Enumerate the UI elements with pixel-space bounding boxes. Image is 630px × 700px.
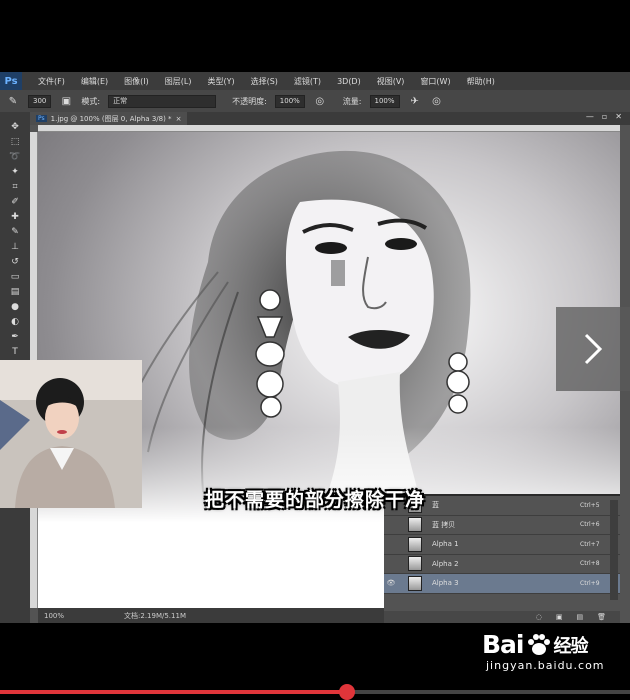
baidu-jingyan-watermark: Bai 经验 jingyan.baidu.com <box>482 630 622 685</box>
menu-view[interactable]: 视图(V) <box>369 76 413 87</box>
save-selection-icon[interactable]: ▣ <box>556 613 563 621</box>
magic-wand-icon[interactable]: ✦ <box>8 167 22 178</box>
channel-row[interactable]: Alpha 2 Ctrl+8 <box>384 554 620 574</box>
visibility-eye-icon[interactable] <box>384 554 398 573</box>
channel-name: Alpha 1 <box>432 540 459 549</box>
stamp-tool-icon[interactable]: ⊥ <box>8 242 22 253</box>
opacity-label: 不透明度: <box>232 96 267 106</box>
channel-thumbnail <box>408 575 422 591</box>
pressure-size-icon[interactable]: ◎ <box>430 94 444 108</box>
blur-tool-icon[interactable]: ● <box>8 302 22 313</box>
channel-name: 蓝 拷贝 <box>432 520 456 529</box>
doc-size-info: 文档:2.19M/5.11M <box>124 611 186 620</box>
watermark-logo-text: Bai <box>482 630 524 659</box>
close-window-icon[interactable]: ✕ <box>615 112 622 121</box>
visibility-eye-icon[interactable] <box>384 535 398 554</box>
menu-edit[interactable]: 编辑(E) <box>73 76 116 87</box>
channel-thumbnail <box>408 517 422 533</box>
opacity-field[interactable]: 100% <box>274 94 305 108</box>
subtitle-caption: 把不需要的部分擦除干净 <box>204 489 425 511</box>
delete-channel-icon[interactable]: 🗑 <box>597 613 606 621</box>
marquee-tool-icon[interactable]: ⬚ <box>8 137 22 148</box>
new-channel-icon[interactable]: ▤ <box>576 613 583 621</box>
channel-name: Alpha 3 <box>432 579 459 588</box>
menu-help[interactable]: 帮助(H) <box>459 76 503 87</box>
gradient-tool-icon[interactable]: ▤ <box>8 287 22 298</box>
history-brush-icon[interactable]: ↺ <box>8 257 22 268</box>
chevron-right-icon <box>584 333 603 365</box>
watermark-site: jingyan.baidu.com <box>486 659 605 672</box>
progress-fill <box>0 690 347 694</box>
move-tool-icon[interactable]: ✥ <box>8 122 22 133</box>
menu-type[interactable]: 类型(Y) <box>199 76 242 87</box>
eraser-tool-icon[interactable]: ▭ <box>8 272 22 283</box>
channel-thumbnail <box>408 556 422 572</box>
menu-filter[interactable]: 滤镜(T) <box>286 76 329 87</box>
flow-label: 流量: <box>342 96 362 106</box>
next-button[interactable] <box>556 307 630 391</box>
type-tool-icon[interactable]: T <box>8 347 22 358</box>
menu-3d[interactable]: 3D(D) <box>329 77 369 86</box>
airbrush-icon[interactable]: ✈ <box>408 94 422 108</box>
zoom-level[interactable]: 100% <box>44 612 64 620</box>
healing-brush-icon[interactable]: ✚ <box>8 212 22 223</box>
visibility-eye-icon[interactable]: 👁 <box>384 574 398 593</box>
video-progress-bar[interactable] <box>0 684 630 700</box>
crop-tool-icon[interactable]: ⌗ <box>8 182 22 193</box>
channel-name: Alpha 2 <box>432 559 459 568</box>
visibility-eye-icon[interactable] <box>384 515 398 534</box>
flow-field[interactable]: 100% <box>369 94 400 108</box>
panel-scrollbar[interactable] <box>610 500 618 600</box>
document-tab-bar: Ps 1.jpg @ 100% (图层 0, Alpha 3/8) * × — … <box>30 112 630 125</box>
close-icon[interactable]: × <box>176 115 182 123</box>
watermark-suffix: 经验 <box>553 635 589 657</box>
menu-select[interactable]: 选择(S) <box>243 76 286 87</box>
mode-select[interactable]: 正常 <box>108 94 217 108</box>
brush-tool-icon[interactable]: ✎ <box>6 94 20 108</box>
ruler-top <box>38 125 620 132</box>
dodge-tool-icon[interactable]: ◐ <box>8 317 22 328</box>
photoshop-window: Ps 文件(F) 编辑(E) 图像(I) 图层(L) 类型(Y) 选择(S) 滤… <box>0 72 630 623</box>
menu-image[interactable]: 图像(I) <box>116 76 157 87</box>
menu-window[interactable]: 窗口(W) <box>412 76 458 87</box>
pen-tool-icon[interactable]: ✒ <box>8 332 22 343</box>
ps-doc-icon: Ps <box>36 115 47 122</box>
eyedropper-icon[interactable]: ✐ <box>8 197 22 208</box>
options-bar: ✎ 300 ▣ 模式: 正常 不透明度: 100% ◎ 流量: 100% ✈ ◎ <box>0 90 630 112</box>
webcam-overlay <box>0 360 142 508</box>
channel-thumbnail <box>408 536 422 552</box>
panel-footer: ◌ ▣ ▤ 🗑 <box>384 611 620 623</box>
channel-row[interactable]: Alpha 1 Ctrl+7 <box>384 535 620 555</box>
brush-tool-icon[interactable]: ✎ <box>8 227 22 238</box>
channel-row[interactable]: 👁 Alpha 3 Ctrl+9 <box>384 574 620 594</box>
presenter-image <box>0 360 142 508</box>
channels-panel: 蓝 Ctrl+5 蓝 拷贝 Ctrl+6 Alpha 1 Ctrl+7 Alpha 2 Ctr… <box>384 494 620 623</box>
window-controls: — ▫ ✕ <box>586 112 622 121</box>
document-tab[interactable]: Ps 1.jpg @ 100% (图层 0, Alpha 3/8) * × <box>30 112 188 125</box>
minimize-icon[interactable]: — <box>586 112 594 121</box>
brush-panel-icon[interactable]: ▣ <box>59 94 73 108</box>
menu-bar: Ps 文件(F) 编辑(E) 图像(I) 图层(L) 类型(Y) 选择(S) 滤… <box>0 72 630 90</box>
pressure-opacity-icon[interactable]: ◎ <box>313 94 327 108</box>
menu-layer[interactable]: 图层(L) <box>157 76 200 87</box>
load-selection-icon[interactable]: ◌ <box>536 613 542 621</box>
channel-row[interactable]: 蓝 拷贝 Ctrl+6 <box>384 515 620 535</box>
lasso-tool-icon[interactable]: ➰ <box>8 152 22 163</box>
ps-logo: Ps <box>0 72 22 90</box>
restore-icon[interactable]: ▫ <box>602 112 607 121</box>
menu-file[interactable]: 文件(F) <box>30 76 73 87</box>
brush-size-field[interactable]: 300 <box>28 94 52 108</box>
mode-label: 模式: <box>81 96 101 106</box>
document-title: 1.jpg @ 100% (图层 0, Alpha 3/8) * <box>50 114 172 123</box>
paw-icon <box>527 633 550 655</box>
